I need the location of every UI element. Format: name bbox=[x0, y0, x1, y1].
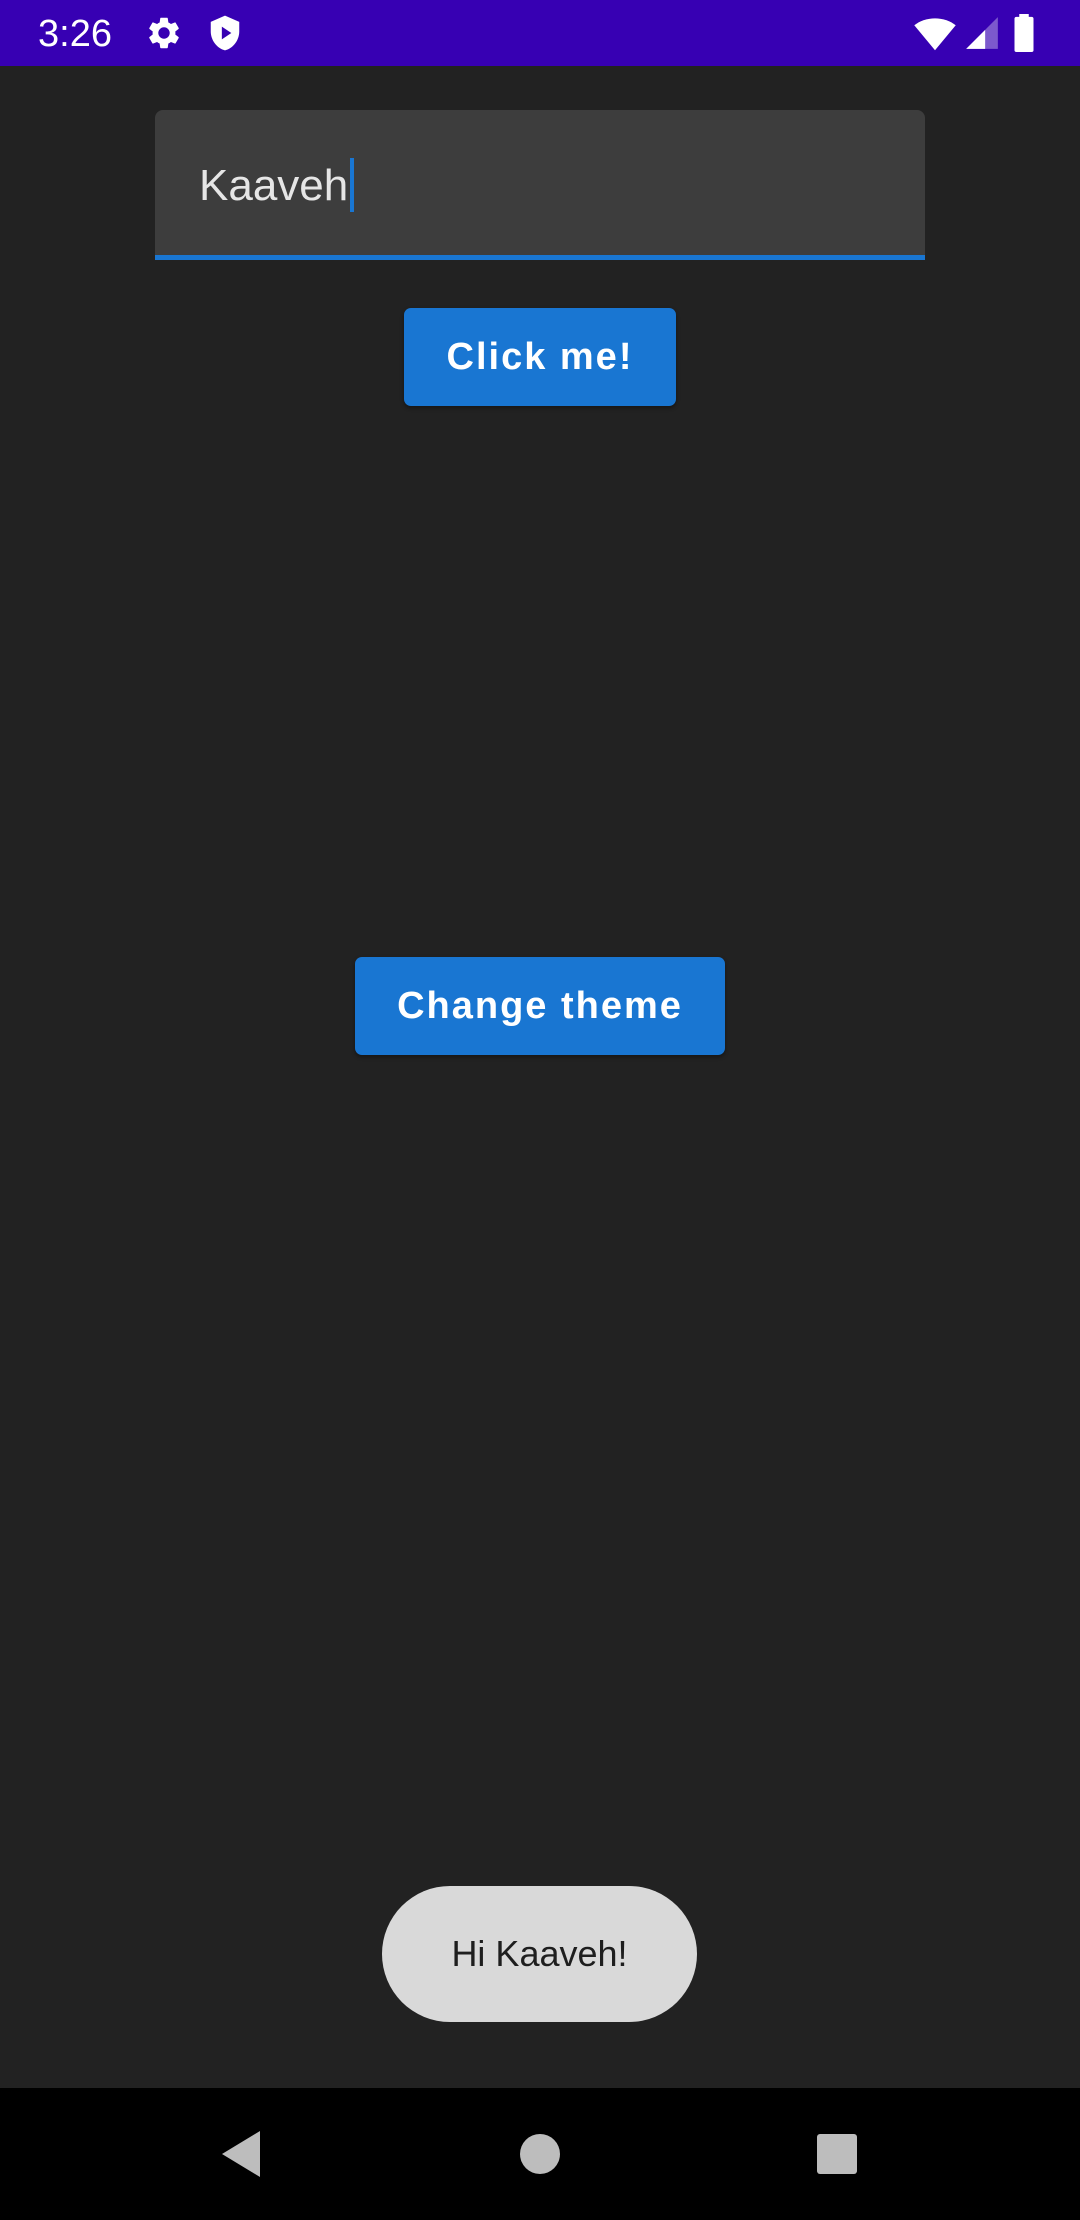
name-input-value[interactable]: Kaaveh bbox=[199, 158, 355, 215]
navigation-bar bbox=[0, 2088, 1080, 2220]
home-icon[interactable] bbox=[504, 2118, 576, 2190]
name-input[interactable]: Kaaveh bbox=[155, 110, 925, 260]
back-icon[interactable] bbox=[204, 2118, 276, 2190]
input-underline bbox=[155, 255, 925, 260]
name-input-text: Kaaveh bbox=[199, 161, 349, 210]
status-time: 3:26 bbox=[38, 13, 112, 55]
status-bar: 3:26 bbox=[0, 0, 1080, 66]
signal-icon bbox=[962, 14, 1002, 52]
toast-message: Hi Kaaveh! bbox=[382, 1886, 697, 2022]
recents-icon[interactable] bbox=[801, 2118, 873, 2190]
text-cursor bbox=[350, 158, 355, 213]
app-screen: 3:26 Kaaveh Click me! Change theme Hi Ka… bbox=[0, 0, 1080, 2220]
wifi-icon bbox=[914, 14, 956, 52]
gear-icon bbox=[145, 14, 183, 52]
battery-icon bbox=[1012, 14, 1036, 53]
shield-play-icon bbox=[206, 14, 244, 52]
click-me-button[interactable]: Click me! bbox=[404, 308, 676, 406]
toast-text: Hi Kaaveh! bbox=[451, 1933, 628, 1974]
change-theme-button[interactable]: Change theme bbox=[355, 957, 725, 1055]
